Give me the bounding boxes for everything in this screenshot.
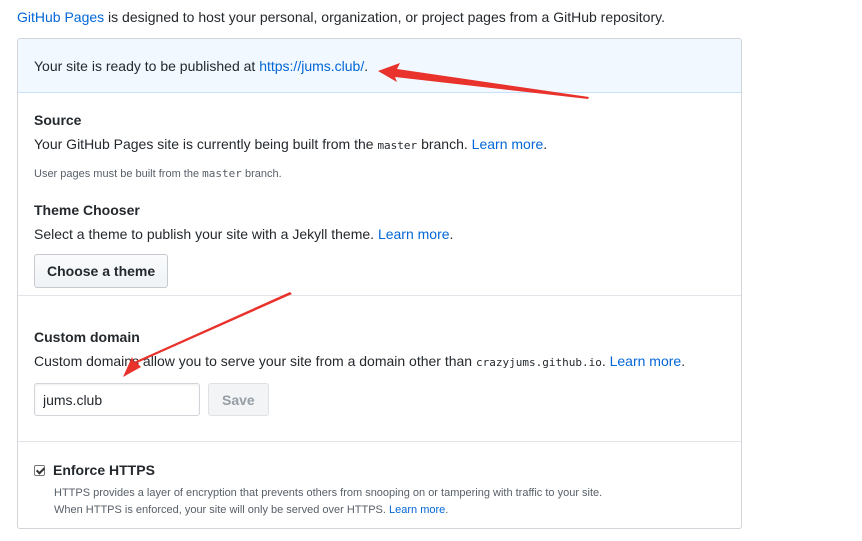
source-note-after: branch. bbox=[241, 168, 282, 180]
enforce-https-label: Enforce HTTPS bbox=[53, 462, 155, 478]
custom-domain-text: Custom domains allow you to serve your s… bbox=[34, 353, 476, 369]
source-note-branch: master bbox=[202, 167, 242, 180]
https-desc-line2: When HTTPS is enforced, your site will o… bbox=[54, 504, 390, 516]
pages-intro: GitHub Pages is designed to host your pe… bbox=[17, 9, 665, 25]
default-domain: crazyjums.github.io bbox=[475, 356, 602, 369]
theme-period: . bbox=[449, 226, 454, 242]
https-desc-line1: HTTPS provides a layer of encryption tha… bbox=[54, 487, 603, 499]
theme-learn-more-link[interactable]: Learn more bbox=[378, 226, 450, 242]
source-heading: Source bbox=[34, 112, 82, 128]
source-note: User pages must be built from the master… bbox=[34, 167, 725, 180]
custom-domain-input[interactable] bbox=[34, 383, 200, 416]
custom-domain-heading: Custom domain bbox=[34, 329, 140, 345]
theme-chooser-heading: Theme Chooser bbox=[34, 202, 140, 218]
publish-status-flash: Your site is ready to be published at ht… bbox=[18, 39, 741, 93]
source-text-after: branch. bbox=[417, 136, 472, 152]
https-learn-more-link[interactable]: Learn more bbox=[389, 504, 445, 516]
source-section: Source Your GitHub Pages site is current… bbox=[18, 93, 741, 296]
theme-text: Select a theme to publish your site with… bbox=[34, 226, 378, 242]
pages-settings-box: Your site is ready to be published at ht… bbox=[17, 38, 742, 529]
source-text: Your GitHub Pages site is currently bein… bbox=[34, 136, 378, 152]
source-learn-more-link[interactable]: Learn more bbox=[472, 136, 544, 152]
source-branch: master bbox=[377, 139, 418, 152]
enforce-https-description: HTTPS provides a layer of encryption tha… bbox=[54, 485, 725, 519]
intro-text: is designed to host your personal, organ… bbox=[104, 9, 665, 25]
source-description: Your GitHub Pages site is currently bein… bbox=[34, 134, 725, 156]
https-period: . bbox=[445, 504, 449, 516]
choose-theme-button[interactable]: Choose a theme bbox=[34, 254, 169, 288]
custom-domain-period: . bbox=[681, 353, 686, 369]
publish-status-text: Your site is ready to be published at bbox=[34, 58, 260, 74]
custom-domain-description: Custom domains allow you to serve your s… bbox=[34, 351, 725, 373]
enforce-https-section: Enforce HTTPS HTTPS provides a layer of … bbox=[18, 442, 741, 519]
source-note-text: User pages must be built from the bbox=[34, 168, 203, 180]
save-button[interactable]: Save bbox=[208, 383, 269, 416]
custom-domain-learn-more-link[interactable]: Learn more bbox=[610, 353, 682, 369]
custom-domain-section: Custom domain Custom domains allow you t… bbox=[18, 296, 741, 442]
theme-description: Select a theme to publish your site with… bbox=[34, 224, 725, 244]
publish-status-period: . bbox=[364, 58, 369, 74]
enforce-https-checkbox[interactable] bbox=[34, 464, 45, 476]
custom-domain-text-after: . bbox=[601, 353, 610, 369]
site-url-link[interactable]: https://jums.club/ bbox=[259, 58, 364, 74]
github-pages-link[interactable]: GitHub Pages bbox=[17, 9, 104, 25]
source-period: . bbox=[543, 136, 548, 152]
